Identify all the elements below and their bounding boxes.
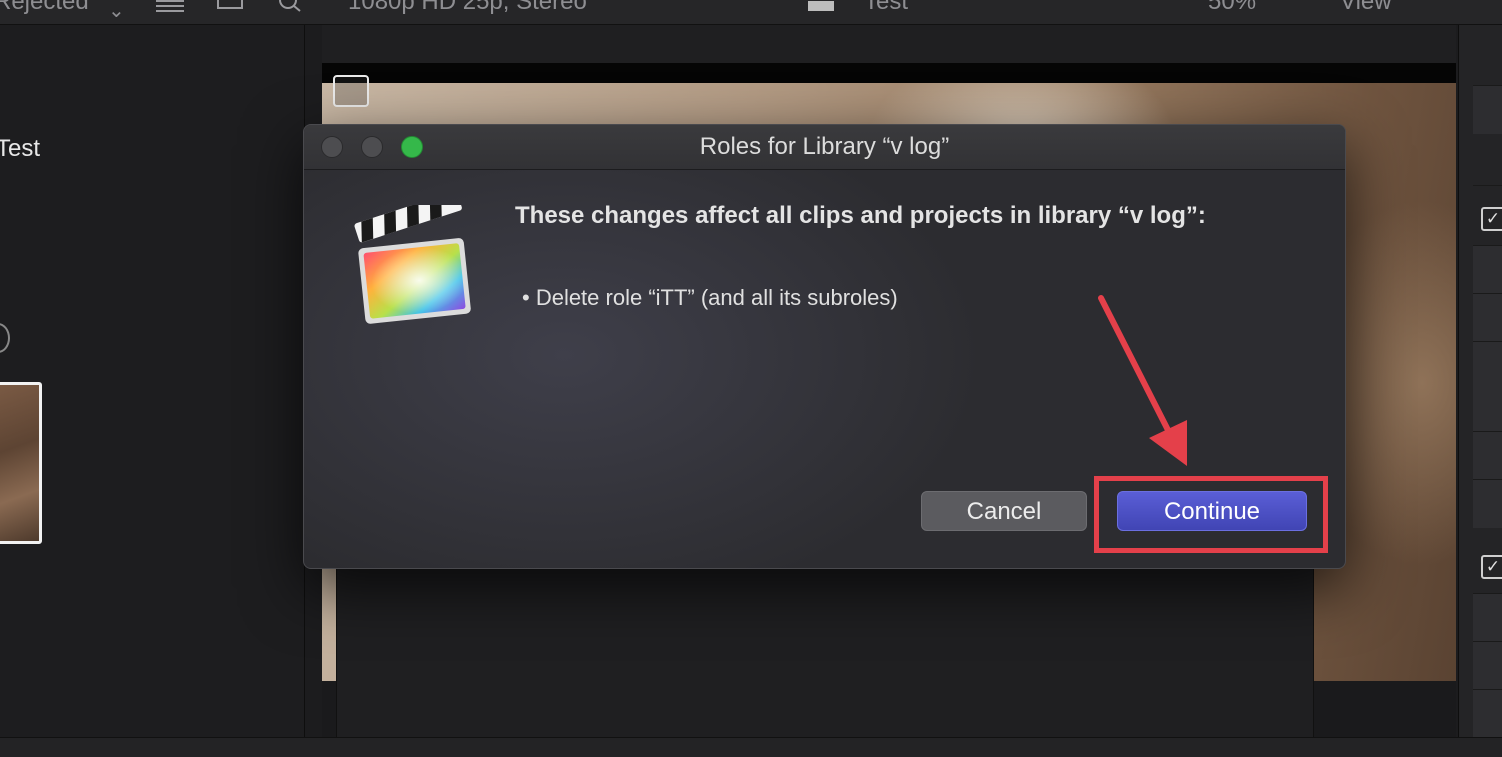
checkbox-checked[interactable]: ✓	[1481, 207, 1502, 231]
chevron-down-icon[interactable]: ⌄	[108, 0, 125, 23]
dialog-title: Roles for Library “v log”	[699, 133, 950, 160]
browser-pane: Test	[0, 25, 305, 737]
inspector-row	[1473, 341, 1502, 432]
inspector-row	[1473, 689, 1502, 738]
inspector-row	[1473, 641, 1502, 690]
inspector-pane: ✓ ✓	[1458, 25, 1502, 756]
inspector-divider	[1473, 185, 1502, 186]
inspector-row	[1473, 593, 1502, 642]
dialog-headline: These changes affect all clips and proje…	[515, 202, 1206, 229]
inspector-row	[1473, 245, 1502, 294]
zoom-level[interactable]: 50%	[1208, 0, 1256, 16]
change-item: • Delete role “iTT” (and all its subrole…	[522, 285, 898, 310]
circle-icon	[0, 323, 10, 353]
inspector-row	[1473, 85, 1502, 134]
top-toolbar: Rejected ⌄ 1080p HD 25p, Stereo Test 50%…	[0, 0, 1502, 25]
timeline-area	[336, 567, 1314, 737]
dialog-titlebar: Roles for Library “v log”	[304, 125, 1345, 170]
project-name-label: Test	[864, 0, 909, 15]
highlight-box	[1094, 476, 1328, 553]
viewer-header	[322, 25, 1456, 63]
inspector-row	[1473, 293, 1502, 342]
inspector-row	[1473, 479, 1502, 528]
project-item-label[interactable]: Test	[0, 135, 40, 163]
list-view-icon[interactable]	[156, 0, 184, 17]
final-cut-pro-icon	[354, 205, 471, 324]
cancel-button[interactable]: Cancel	[921, 491, 1087, 531]
checkbox-checked[interactable]: ✓	[1481, 555, 1502, 579]
clip-appearance-icon[interactable]	[216, 0, 244, 17]
project-icon	[808, 0, 834, 16]
project-format-label: 1080p HD 25p, Stereo	[348, 0, 587, 15]
clip-thumbnail[interactable]	[0, 382, 42, 544]
bottom-bar	[0, 737, 1502, 757]
overlay-checkbox[interactable]	[333, 75, 369, 107]
view-menu[interactable]: View	[1340, 0, 1392, 16]
viewer-letterbox	[322, 63, 1456, 83]
search-icon[interactable]	[276, 0, 304, 17]
filter-popup[interactable]: Rejected	[0, 0, 89, 16]
inspector-row	[1473, 431, 1502, 480]
